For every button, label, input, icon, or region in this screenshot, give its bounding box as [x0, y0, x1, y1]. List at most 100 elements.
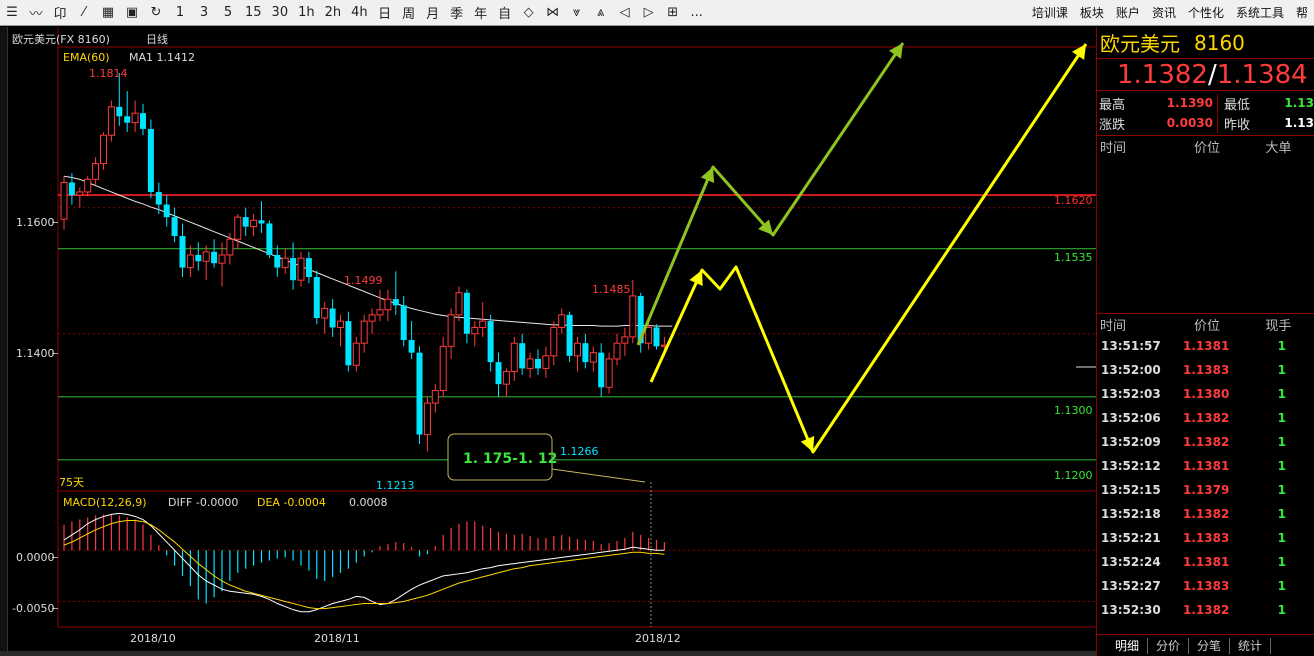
tick-qty: 1 [1277, 363, 1286, 377]
period-3[interactable]: 3 [192, 1, 216, 25]
tick-row: 13:52:27 1.1383 1 [1097, 574, 1314, 598]
candle-body [376, 309, 384, 316]
table-icon[interactable]: ⊞ [661, 1, 685, 25]
save-icon[interactable]: ▣ [120, 1, 144, 25]
period-quarter[interactable]: 季 [445, 1, 469, 25]
menu-news[interactable]: 资讯 [1146, 1, 1182, 25]
period-15[interactable]: 15 [240, 1, 267, 25]
period-30[interactable]: 30 [267, 1, 294, 25]
y-tick-1: 1.1600 [16, 216, 55, 229]
right-arrow-icon[interactable]: ▷ [637, 1, 661, 25]
range-callout-pointer [551, 468, 646, 483]
kline-chart[interactable]: 欧元美元(FX 8160) 日线 EMA(60) MA1 1.1412 MACD… [8, 27, 1096, 652]
tick-price: 1.1382 [1183, 603, 1230, 617]
period-day[interactable]: 日 [373, 1, 397, 25]
period-week[interactable]: 周 [397, 1, 421, 25]
macd-label[interactable]: MACD(12,26,9) [63, 496, 147, 509]
line-chart-icon[interactable]: 〰 [24, 1, 48, 25]
tick-list[interactable]: 13:51:57 1.1381 1 13:52:00 1.1383 1 13:52:03… [1097, 334, 1314, 622]
candle-body [321, 308, 329, 319]
x-tick-oct: 2018/10 [130, 632, 176, 645]
macd-tick-1: 0.0000 [16, 551, 55, 564]
macd-diff-line [63, 512, 665, 613]
green-forecast-arrow [636, 42, 905, 346]
more-button[interactable]: ... [685, 1, 709, 25]
candle-body [147, 128, 154, 192]
menu-sector[interactable]: 板块 [1074, 1, 1110, 25]
stat-label-high: 最高 [1099, 97, 1126, 113]
tick-col-time: 时间 [1100, 318, 1127, 334]
macd-dea-label: DEA -0.0004 [257, 496, 326, 509]
horizontal-scrollbar[interactable] [0, 651, 1096, 656]
big-order-col-price: 价位 [1193, 140, 1220, 156]
tick-qty: 1 [1277, 387, 1286, 401]
grid-icon[interactable]: ▦ [96, 1, 120, 25]
panel-title: 欧元美元 8160 [1097, 27, 1314, 59]
candle-icon[interactable]: 卬 [48, 1, 72, 25]
draw-icon[interactable]: ⁄ [72, 1, 96, 25]
expand-icon[interactable]: ◇ [517, 1, 541, 25]
candle-body [613, 342, 621, 360]
menu-help[interactable]: 帮 [1290, 1, 1314, 25]
tick-row: 13:52:00 1.1383 1 [1097, 358, 1314, 382]
period-2h[interactable]: 2h [320, 1, 347, 25]
period-year[interactable]: 年 [469, 1, 493, 25]
candle-body [100, 134, 107, 165]
tick-row: 13:52:24 1.1381 1 [1097, 550, 1314, 574]
candle-body [558, 314, 566, 328]
tick-time: 13:52:21 [1101, 531, 1161, 545]
tab-price-dist[interactable]: 分价 [1148, 637, 1190, 654]
menu-system-tools[interactable]: 系统工具 [1230, 1, 1290, 25]
candle-body [439, 345, 447, 391]
candle-body [360, 320, 368, 344]
up-double-icon[interactable]: ⩓ [589, 1, 613, 25]
left-arrow-icon[interactable]: ◁ [613, 1, 637, 25]
ema-label[interactable]: EMA(60) [63, 51, 110, 64]
tick-header: 时间 价位 现手 [1097, 314, 1314, 334]
candle-body [60, 181, 68, 220]
candle-body [408, 340, 415, 353]
list-icon[interactable]: ☰ [0, 1, 24, 25]
collapse-icon[interactable]: ⋈ [541, 1, 565, 25]
candle-body [384, 298, 392, 311]
tab-stats[interactable]: 统计 [1230, 637, 1272, 654]
down-double-icon[interactable]: ⩔ [565, 1, 589, 25]
period-custom[interactable]: 自 [493, 1, 517, 25]
period-1h[interactable]: 1h [293, 1, 320, 25]
period-5[interactable]: 5 [216, 1, 240, 25]
tick-price: 1.1382 [1183, 411, 1230, 425]
left-strip[interactable] [0, 27, 8, 656]
menu-training[interactable]: 培训课 [1026, 1, 1074, 25]
menu-account[interactable]: 账户 [1110, 1, 1146, 25]
chart-period[interactable]: 日线 [146, 32, 168, 46]
refresh-icon[interactable]: ↻ [144, 1, 168, 25]
tab-detail[interactable]: 明细 [1107, 637, 1149, 654]
x-tick-nov: 2018/11 [314, 632, 360, 645]
tick-row: 13:52:21 1.1383 1 [1097, 526, 1314, 550]
tick-row: 13:52:03 1.1380 1 [1097, 382, 1314, 406]
stat-value-high: 1.1390 [1166, 96, 1213, 110]
candle-body [392, 299, 399, 306]
tick-price: 1.1383 [1183, 531, 1230, 545]
period-1[interactable]: 1 [168, 1, 192, 25]
candle-body [423, 402, 431, 436]
period-4h[interactable]: 4h [346, 1, 373, 25]
tick-time: 13:52:03 [1101, 387, 1161, 401]
tick-price: 1.1383 [1183, 579, 1230, 593]
level-label-1620: 1.1620 [1054, 194, 1093, 207]
menu-personalize[interactable]: 个性化 [1182, 1, 1230, 25]
candle-body [345, 321, 352, 366]
tick-qty: 1 [1277, 339, 1286, 353]
candle-body [84, 178, 92, 193]
quote-panel: 欧元美元 8160 1.1382/1.1384 最高 1.1390 最低 1.1… [1096, 27, 1314, 656]
tick-time: 13:52:09 [1101, 435, 1161, 449]
yellow-forecast-arrow-head [1072, 44, 1086, 60]
stats-row-high: 最高 1.1390 最低 1.13 [1097, 93, 1314, 113]
tick-qty: 1 [1277, 507, 1286, 521]
candle-body [352, 342, 360, 366]
tab-ticks[interactable]: 分笔 [1189, 637, 1231, 654]
tick-qty: 1 [1277, 555, 1286, 569]
stat-label-change: 涨跌 [1099, 117, 1126, 133]
period-month[interactable]: 月 [421, 1, 445, 25]
candle-body [629, 295, 637, 338]
